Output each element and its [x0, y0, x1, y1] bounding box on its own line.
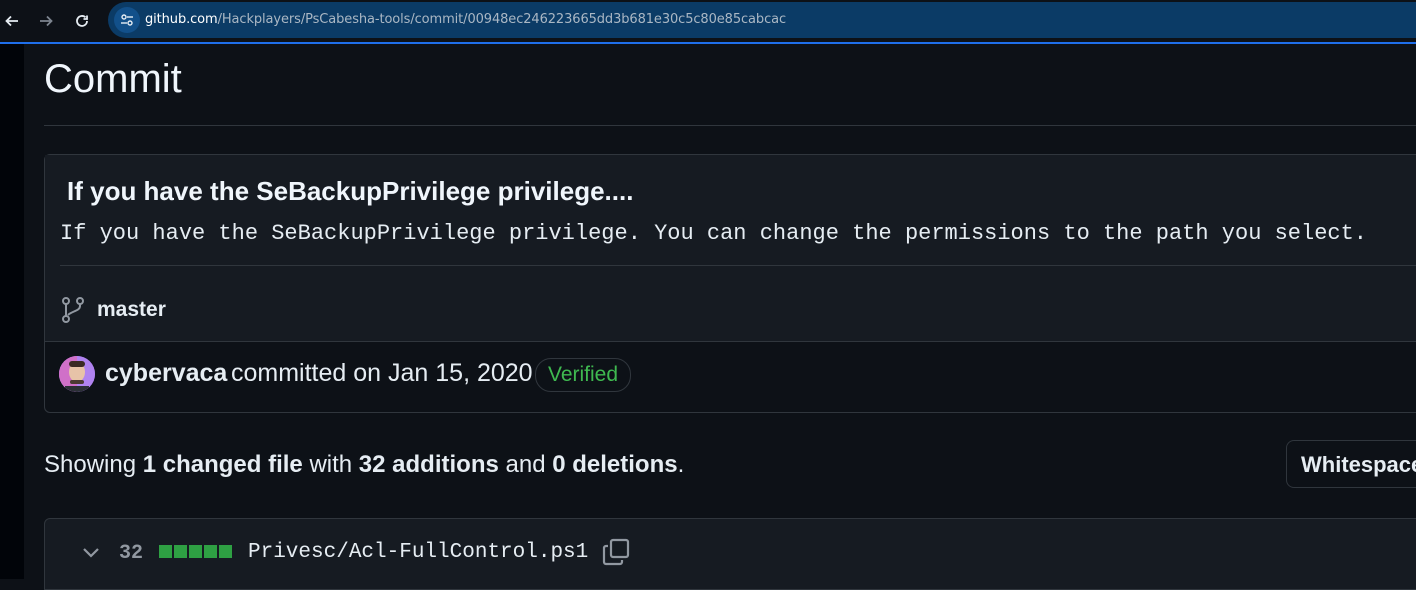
summary-and: and: [498, 451, 553, 478]
browser-toolbar: github.com/Hackplayers/PsCabesha-tools/c…: [0, 0, 1416, 44]
commit-date: committed on Jan 15, 2020: [231, 359, 533, 387]
summary-deletions: 0 deletions: [552, 451, 678, 478]
tune-icon: [121, 14, 133, 26]
address-bar[interactable]: github.com/Hackplayers/PsCabesha-tools/c…: [108, 2, 1416, 38]
arrow-left-icon: [5, 15, 18, 27]
author-link[interactable]: cybervaca: [105, 359, 227, 388]
commit-title: If you have the SeBackupPrivilege privil…: [67, 176, 634, 206]
site-info-button[interactable]: [114, 7, 140, 33]
back-button[interactable]: [0, 9, 24, 33]
reload-button[interactable]: [70, 9, 94, 33]
commit-description: If you have the SeBackupPrivilege privil…: [60, 221, 1368, 246]
avatar-image: [59, 356, 95, 392]
diffstat-block: [174, 545, 187, 558]
summary-suffix: .: [677, 451, 685, 478]
file-header: 32 Privesc/Acl-FullControl.ps1: [44, 518, 1416, 590]
diff-summary: Showing 1 changed file with 32 additions…: [44, 451, 684, 479]
reload-icon: [76, 15, 88, 27]
summary-with: with: [302, 451, 359, 478]
summary-changed: 1 changed file: [142, 451, 303, 478]
chevron-down-icon[interactable]: [81, 543, 101, 563]
left-gutter: [0, 44, 24, 579]
diffstat-block: [219, 545, 232, 558]
change-count: 32: [119, 542, 144, 565]
whitespace-button[interactable]: Whitespace: [1286, 440, 1416, 488]
copy-icon[interactable]: [601, 537, 631, 567]
diffstat-block: [159, 545, 172, 558]
url-path: /Hackplayers/PsCabesha-tools/commit/0094…: [217, 12, 787, 27]
divider: [44, 125, 1416, 126]
commit-header: If you have the SeBackupPrivilege privil…: [45, 155, 1416, 341]
summary-additions: 32 additions: [358, 451, 499, 478]
diffstat-block: [204, 545, 217, 558]
page-title: Commit: [44, 57, 182, 101]
summary-prefix: Showing: [44, 451, 143, 478]
diffstat-block: [189, 545, 202, 558]
commit-box: If you have the SeBackupPrivilege privil…: [44, 154, 1416, 413]
url-host: github.com: [145, 12, 218, 27]
verified-badge[interactable]: Verified: [535, 358, 632, 392]
url-text[interactable]: github.com/Hackplayers/PsCabesha-tools/c…: [145, 12, 786, 27]
branch-link[interactable]: master: [97, 298, 166, 322]
avatar[interactable]: [59, 356, 95, 392]
diffstat: [159, 545, 232, 558]
forward-button[interactable]: [34, 9, 58, 33]
commit-meta: cybervaca committed on Jan 15, 2020 Veri…: [45, 342, 1416, 412]
arrow-right-icon: [40, 15, 53, 27]
git-branch-icon: [62, 297, 84, 323]
file-name-link[interactable]: Privesc/Acl-FullControl.ps1: [248, 541, 588, 564]
divider: [60, 265, 1416, 266]
